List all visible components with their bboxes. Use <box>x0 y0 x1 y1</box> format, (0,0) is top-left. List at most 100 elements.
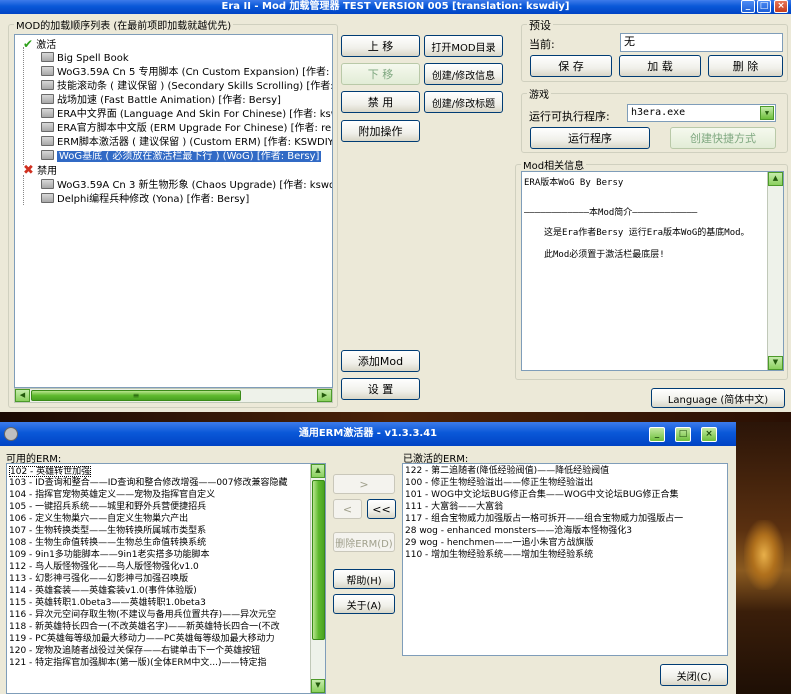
list-item[interactable]: 121 - 特定指挥官加强脚本(第一版)(全体ERM中文...)——特定指 <box>9 658 266 669</box>
list-item[interactable]: Big Spell Book <box>41 52 129 66</box>
info-line-3: 这是Era作者Bersy 运行Era版本WoG的基底Mod。 <box>544 228 750 238</box>
create-shortcut-button[interactable]: 创建快捷方式 <box>670 127 776 149</box>
list-item[interactable]: 114 - 英雄套装——英雄套装v1.0(事件体验版) <box>9 586 197 597</box>
list-item[interactable]: 115 - 英雄转职1.0beta3——英雄转职1.0beta3 <box>9 598 206 609</box>
list-item[interactable]: 110 - 增加生物经验系统——增加生物经验系统 <box>405 550 593 561</box>
mod-tree[interactable]: ✔ 激活 Big Spell Book WoG3.59A Cn 5 专用脚本 (… <box>14 34 333 388</box>
add-erm-button[interactable]: > <box>333 474 395 494</box>
list-item[interactable]: 战场加速 (Fast Battle Animation) [作者: Bersy] <box>41 94 281 108</box>
scrollbar-thumb[interactable] <box>312 480 325 640</box>
minimize-icon[interactable]: _ <box>649 427 665 442</box>
list-item[interactable]: 108 - 生物生命值转换——生物总生命值转换系统 <box>9 538 206 549</box>
load-preset-button[interactable]: 加 载 <box>619 55 701 77</box>
remove-all-erm-button[interactable]: << <box>367 499 396 519</box>
list-item[interactable]: WoG3.59A Cn 5 专用脚本 (Cn Custom Expansion)… <box>41 66 332 80</box>
move-down-button[interactable]: 下 移 <box>341 63 420 85</box>
list-item[interactable]: 120 - 宠物及追随者战役过关保存——右键单击下一个英雄按钮 <box>9 646 260 657</box>
remove-erm-button[interactable]: < <box>333 499 362 519</box>
list-item[interactable]: 104 - 指挥官宠物英雄定义——宠物及指挥官自定义 <box>9 490 215 501</box>
move-up-button[interactable]: 上 移 <box>341 35 420 57</box>
list-item[interactable]: 111 - 大富翁——大富翁 <box>405 502 503 513</box>
chevron-down-icon[interactable]: ▼ <box>760 106 774 120</box>
current-preset-field[interactable]: 无 <box>620 33 783 52</box>
minimize-icon[interactable]: _ <box>741 0 755 13</box>
tree-group-active[interactable]: ✔ 激活 <box>23 37 56 51</box>
list-item[interactable]: 116 - 异次元空间存取生物(不建议与备用兵位置共存)——异次元空 <box>9 610 276 621</box>
activated-erm-list[interactable]: 122 - 第二追随者(降低经验阀值)——降低经验阀值 100 - 修正生物经验… <box>402 463 728 656</box>
open-mod-dir-button[interactable]: 打开MOD目录 <box>424 35 503 57</box>
cross-icon: ✖ <box>23 163 34 178</box>
list-item[interactable]: 107 - 生物转换类型——生物转换所属城市类型系 <box>9 526 206 537</box>
available-scrollbar[interactable]: ▲ ▼ <box>310 464 325 693</box>
list-item[interactable]: ERA中文界面 (Language And Skin For Chinese) … <box>41 108 333 122</box>
scroll-down-icon[interactable]: ▼ <box>311 679 325 693</box>
list-item[interactable]: 技能滚动条 ( 建议保留 ) (Secondary Skills Scrolli… <box>41 80 332 94</box>
tree-group-inactive[interactable]: ✖ 禁用 <box>23 164 57 178</box>
list-item[interactable]: Delphi编程兵种修改 (Yona) [作者: Bersy] <box>41 193 249 207</box>
close-button[interactable]: 关闭(C) <box>660 664 728 686</box>
mod-icon <box>41 52 54 62</box>
scroll-up-icon[interactable]: ▲ <box>768 172 783 186</box>
maximize-icon[interactable]: □ <box>757 0 771 13</box>
scroll-right-icon[interactable]: ▶ <box>317 389 332 402</box>
mod-icon <box>41 150 54 160</box>
list-item[interactable]: 118 - 新英雄特长四合一(不改英雄名字)——新英雄特长四合一(不改 <box>9 622 280 633</box>
add-mod-button[interactable]: 添加Mod <box>341 350 420 372</box>
delete-erm-button[interactable]: 删除ERM(D) <box>333 532 395 552</box>
list-item[interactable]: 103 - ID查询和整合——ID查询和整合修改增强——007修改兼容隐藏 <box>9 478 288 489</box>
info-line-2: ————————————本Mod简介———————————— <box>524 208 698 218</box>
mod-icon <box>41 136 54 146</box>
list-item[interactable]: ERA官方脚本中文版 (ERM Upgrade For Chinese) [作者… <box>41 122 333 136</box>
exe-select-value: h3era.exe <box>631 107 686 118</box>
current-preset-label: 当前: <box>529 38 555 51</box>
horizontal-scrollbar[interactable]: ◀ ≡ ▶ <box>14 388 333 403</box>
list-item-selected[interactable]: WoG基底 ( 必须放在激活栏最下行 ) (WoG) [作者: Bersy] <box>41 150 322 164</box>
list-item[interactable]: 112 - 鸟人版怪物强化——鸟人版怪物强化v1.0 <box>9 562 199 573</box>
available-erm-list[interactable]: 102 - 英雄转世加强 103 - ID查询和整合——ID查询和整合修改增强—… <box>6 463 326 694</box>
list-item[interactable]: 122 - 第二追随者(降低经验阀值)——降低经验阀值 <box>405 466 609 477</box>
window-title: Era II - Mod 加载管理器 TEST VERSION 005 [tra… <box>0 0 791 14</box>
list-item[interactable]: 119 - PC英雄每等级加最大移动力——PC英雄每等级加最大移动力 <box>9 634 275 645</box>
mod-name: ERA官方脚本中文版 (ERM Upgrade For Chinese) [作者… <box>57 123 333 134</box>
scroll-down-icon[interactable]: ▼ <box>768 356 783 370</box>
help-button[interactable]: 帮助(H) <box>333 569 395 589</box>
run-program-button[interactable]: 运行程序 <box>530 127 650 149</box>
scrollbar-thumb[interactable]: ≡ <box>31 390 241 401</box>
save-preset-button[interactable]: 保 存 <box>530 55 612 77</box>
list-item[interactable]: 109 - 9in1多功能脚本——9in1老实搭多功能脚本 <box>9 550 209 561</box>
list-item[interactable]: 29 wog - henchmen——一追小朱官方战旗版 <box>405 538 593 549</box>
edit-info-button[interactable]: 创建/修改信息 <box>424 63 503 85</box>
list-item[interactable]: WoG3.59A Cn 3 新生物形象 (Chaos Upgrade) [作者:… <box>41 179 332 193</box>
gear-icon[interactable] <box>4 427 18 441</box>
list-item[interactable]: 117 - 组合宝物威力加强版占一格可拆开——组合宝物威力加强版占一 <box>405 514 683 525</box>
maximize-icon[interactable]: □ <box>675 427 691 442</box>
list-item[interactable]: 101 - WOG中文论坛BUG修正合集——WOG中文论坛BUG修正合集 <box>405 490 679 501</box>
list-item[interactable]: 106 - 定义生物巢穴——自定义生物巢穴产出 <box>9 514 188 525</box>
window-title: 通用ERM激活器 - v1.3.3.41 <box>0 422 736 446</box>
exe-select[interactable]: h3era.exe ▼ <box>627 104 776 122</box>
scroll-up-icon[interactable]: ▲ <box>311 464 325 478</box>
settings-button[interactable]: 设 置 <box>341 378 420 400</box>
close-icon[interactable]: × <box>701 427 717 442</box>
mod-name: ERA中文界面 (Language And Skin For Chinese) … <box>57 109 333 120</box>
list-item[interactable]: 102 - 英雄转世加强 <box>9 466 92 477</box>
language-button[interactable]: Language (简体中文) <box>651 388 785 408</box>
list-item[interactable]: 100 - 修正生物经验溢出——修正生物经验溢出 <box>405 478 593 489</box>
about-button[interactable]: 关于(A) <box>333 594 395 614</box>
list-item[interactable]: ERM脚本激活器 ( 建议保留 ) (Custom ERM) [作者: KSWD… <box>41 136 332 150</box>
info-scrollbar[interactable]: ▲ ▼ <box>767 172 783 370</box>
delete-preset-button[interactable]: 删 除 <box>708 55 783 77</box>
disable-button[interactable]: 禁 用 <box>341 91 420 113</box>
list-item[interactable]: 105 - 一键招兵系统——城里和野外兵营便捷招兵 <box>9 502 206 513</box>
edit-title-button[interactable]: 创建/修改标题 <box>424 91 503 113</box>
mod-icon <box>41 66 54 76</box>
list-item[interactable]: 28 wog - enhanced monsters——沧海版本怪物强化3 <box>405 526 632 537</box>
extra-ops-button[interactable]: 附加操作 <box>341 120 420 142</box>
list-item[interactable]: 113 - 幻影神弓强化——幻影神弓加强召唤版 <box>9 574 188 585</box>
scroll-left-icon[interactable]: ◀ <box>15 389 30 402</box>
check-icon: ✔ <box>23 37 34 51</box>
info-textbox[interactable]: ERA版本WoG By Bersy ————————————本Mod简介————… <box>521 171 784 371</box>
mod-name: Delphi编程兵种修改 (Yona) [作者: Bersy] <box>57 194 250 205</box>
close-icon[interactable]: × <box>774 0 788 13</box>
tree-line <box>23 47 24 165</box>
